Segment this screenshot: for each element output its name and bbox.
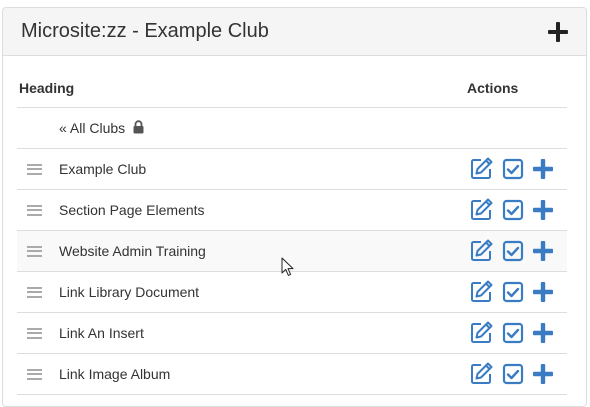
table-header-row: Heading Actions — [17, 68, 567, 108]
check-square-icon[interactable] — [502, 240, 524, 262]
drag-handle-icon[interactable] — [27, 286, 42, 298]
lock-icon — [133, 120, 144, 134]
check-square-icon[interactable] — [502, 199, 524, 221]
drag-handle-icon[interactable] — [27, 327, 42, 339]
panel-header: Microsite:zz - Example Club — [3, 8, 586, 56]
check-square-icon[interactable] — [502, 322, 524, 344]
column-header-heading: Heading — [19, 79, 75, 96]
row-actions — [468, 238, 554, 264]
row-actions — [468, 361, 554, 387]
row-actions — [468, 156, 554, 182]
add-section-plus-icon[interactable] — [547, 21, 569, 43]
edit-icon[interactable] — [468, 156, 494, 182]
plus-icon[interactable] — [532, 240, 554, 262]
row-actions — [468, 279, 554, 305]
check-square-icon[interactable] — [502, 363, 524, 385]
edit-icon[interactable] — [468, 279, 494, 305]
plus-icon[interactable] — [532, 363, 554, 385]
check-square-icon[interactable] — [502, 158, 524, 180]
drag-handle-icon[interactable] — [27, 163, 42, 175]
plus-icon[interactable] — [532, 281, 554, 303]
table-row: Link Library Document — [17, 272, 567, 313]
plus-icon[interactable] — [532, 322, 554, 344]
back-link-row: « All Clubs — [17, 108, 567, 149]
row-actions — [468, 320, 554, 346]
table-row: Link An Insert — [17, 313, 567, 354]
edit-icon[interactable] — [468, 361, 494, 387]
mouse-cursor-icon — [281, 257, 294, 276]
table-row: Example Club — [17, 149, 567, 190]
headings-table: Heading Actions « All Clubs Example Club — [17, 68, 567, 395]
edit-icon[interactable] — [468, 320, 494, 346]
drag-handle-icon[interactable] — [27, 204, 42, 216]
all-clubs-label[interactable]: « All Clubs — [59, 120, 125, 136]
table-row: Link Image Album — [17, 354, 567, 395]
row-actions — [468, 197, 554, 223]
column-header-actions: Actions — [467, 79, 519, 96]
all-clubs-link[interactable]: « All Clubs — [59, 120, 567, 136]
drag-handle-icon[interactable] — [27, 245, 42, 257]
edit-icon[interactable] — [468, 238, 494, 264]
plus-icon[interactable] — [532, 158, 554, 180]
drag-handle-icon[interactable] — [27, 368, 42, 380]
edit-icon[interactable] — [468, 197, 494, 223]
panel-title: Microsite:zz - Example Club — [21, 20, 269, 42]
plus-icon[interactable] — [532, 199, 554, 221]
table-row: Section Page Elements — [17, 190, 567, 231]
check-square-icon[interactable] — [502, 281, 524, 303]
